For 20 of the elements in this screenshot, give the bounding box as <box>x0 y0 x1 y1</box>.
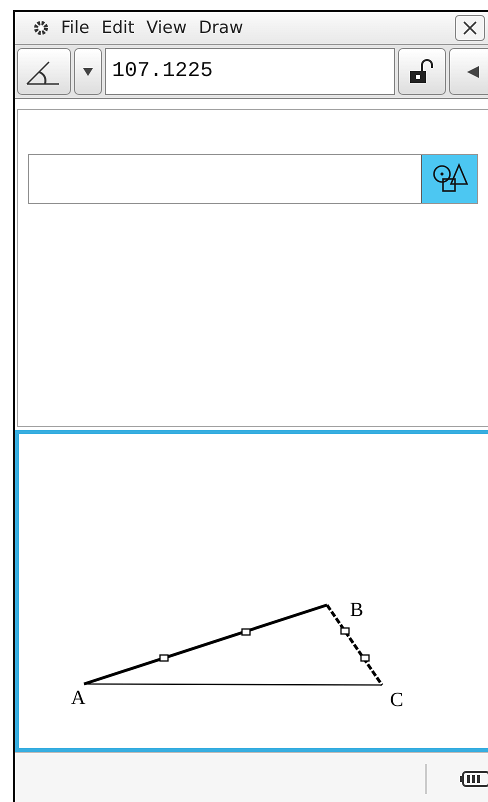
dropdown-button[interactable] <box>74 48 102 95</box>
command-field[interactable] <box>28 154 478 204</box>
menu-item[interactable]: Draw <box>198 18 244 38</box>
settings-icon[interactable] <box>33 20 49 36</box>
shapes-button[interactable] <box>421 155 477 203</box>
measure-value-field[interactable]: 107.1225 <box>105 48 395 95</box>
caret-icon <box>83 68 93 76</box>
left-arrow-button[interactable] <box>449 48 488 95</box>
menu-item[interactable]: View <box>146 18 187 38</box>
lock-button[interactable] <box>398 48 446 95</box>
point-label: C <box>390 689 404 711</box>
point-label: B <box>350 599 364 621</box>
menu-item[interactable]: File <box>61 18 90 38</box>
close-icon <box>462 20 478 36</box>
close-button[interactable] <box>455 15 485 41</box>
menu-item[interactable]: Edit <box>101 18 134 38</box>
battery-icon <box>460 770 488 786</box>
point-label: A <box>71 687 86 709</box>
left-arrow-icon <box>467 66 479 78</box>
angle-tool-button[interactable] <box>17 48 71 95</box>
